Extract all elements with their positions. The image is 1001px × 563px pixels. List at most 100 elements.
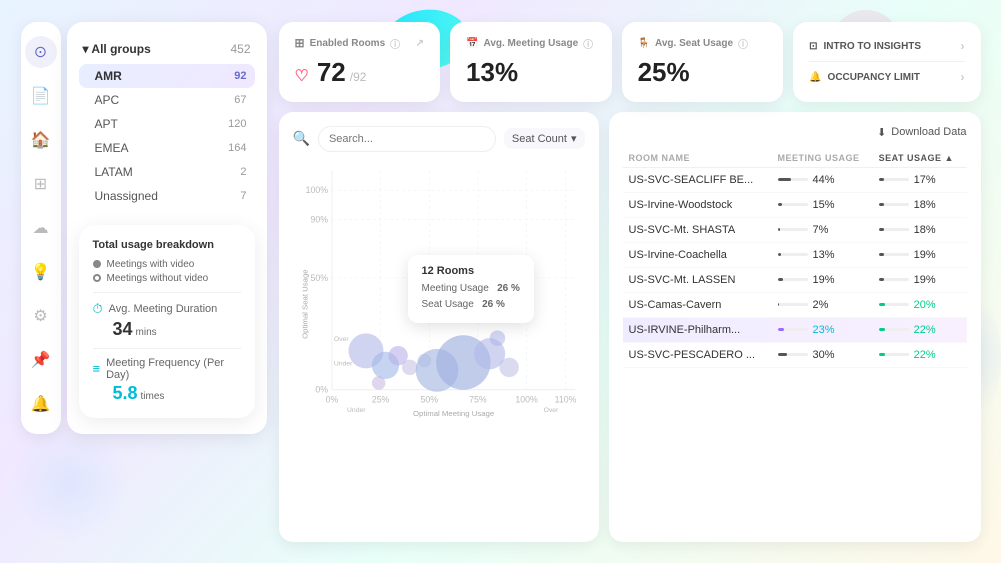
seat-usage-cell: 22% [873,317,967,342]
enabled-rooms-info[interactable]: ⓘ [390,36,400,51]
sort-arrow: ▲ [944,153,953,163]
table-row[interactable]: US-SVC-Mt. LASSEN 19% 19% [623,267,967,292]
room-name-cell: US-Camas-Cavern [623,292,772,317]
rooms-table-card: ⬇ Download Data ROOM NAME MEETING USAGE … [609,112,981,542]
seat-icon: 🪑 [638,38,650,49]
chart-tooltip: 12 Rooms Meeting Usage 26 % Seat Usage 2… [408,255,534,323]
table-row[interactable]: US-SVC-PESCADERO ... 30% 22% [623,342,967,367]
nav-icon-filter[interactable]: ⚙ [25,300,57,332]
room-name-cell: US-SVC-SEACLIFF BE... [623,167,772,192]
table-row[interactable]: US-SVC-SEACLIFF BE... 44% 17% [623,167,967,192]
tooltip-seat-usage: Seat Usage 26 % [422,297,520,313]
svg-text:Under: Under [347,407,366,414]
enabled-rooms-label: Enabled Rooms [310,38,386,49]
table-row[interactable]: US-IRVINE-Philharm... 23% 22% [623,317,967,342]
enabled-rooms-icon: ⊞ [295,36,305,50]
sidebar-item-apc[interactable]: APC67 [79,88,255,112]
download-button[interactable]: ⬇ Download Data [877,126,966,139]
stat-enabled-rooms: ⊞ Enabled Rooms ⓘ ↗ ♡ 72 /92 [279,22,441,102]
sidebar-item-emea[interactable]: EMEA164 [79,136,255,160]
svg-text:90%: 90% [310,214,328,224]
svg-text:100%: 100% [515,394,538,404]
nav-icon-pin[interactable]: 📌 [25,344,57,376]
chart-search-icon: 🔍 [293,130,310,147]
col-seat-usage[interactable]: SEAT USAGE ▲ [873,149,967,168]
seat-usage-cell: 20% [873,292,967,317]
svg-text:Over: Over [333,336,348,343]
insight-divider [809,61,964,62]
meeting-usage-cell: 30% [772,342,873,367]
heart-icon: ♡ [295,66,309,86]
table-toolbar: ⬇ Download Data [623,126,967,139]
scatter-chart-card: 🔍 Seat Count ▾ [279,112,599,542]
tooltip-meeting-usage: Meeting Usage 26 % [422,281,520,297]
col-room-name[interactable]: ROOM NAME [623,149,772,168]
table-row[interactable]: US-Irvine-Woodstock 15% 18% [623,192,967,217]
room-name-cell: US-SVC-Mt. LASSEN [623,267,772,292]
svg-text:0%: 0% [315,384,328,394]
download-icon: ⬇ [877,126,886,139]
chart-area: 0% 25% 50% 75% 100% 110% 0% 50% 90% 100%… [293,160,585,420]
nav-icon-doc[interactable]: 📄 [25,80,57,112]
insight-intro-icon: ⊡ [809,41,817,52]
insight-intro-chevron: › [961,39,965,53]
enabled-rooms-sub: /92 [350,70,367,84]
insight-intro[interactable]: ⊡ INTRO TO INSIGHTS › [809,39,964,53]
meeting-usage-cell: 2% [772,292,873,317]
avg-duration-row: ⏱ Avg. Meeting Duration [93,292,241,317]
seat-count-select[interactable]: Seat Count ▾ [504,128,585,149]
room-name-cell: US-SVC-PESCADERO ... [623,342,772,367]
table-row[interactable]: US-Irvine-Coachella 13% 19% [623,242,967,267]
sidebar-item-latam[interactable]: LATAM2 [79,160,255,184]
meeting-usage-cell: 15% [772,192,873,217]
legend-dot-filled [93,260,101,268]
nav-icon-grid[interactable]: ⊞ [25,168,57,200]
freq-row: ≡ Meeting Frequency (Per Day) [93,348,241,381]
sidebar: ▾ All groups 452 AMR92APC67APT120EMEA164… [67,22,267,434]
sidebar-item-unassigned[interactable]: Unassigned7 [79,184,255,208]
table-row[interactable]: US-SVC-Mt. SHASTA 7% 18% [623,217,967,242]
nav-icon-bell[interactable]: 🔔 [25,388,57,420]
seat-usage-cell: 17% [873,167,967,192]
insight-occupancy-chevron: › [961,70,965,84]
sidebar-item-apt[interactable]: APT120 [79,112,255,136]
svg-text:100%: 100% [305,185,328,195]
avg-seat-info[interactable]: ⓘ [738,36,748,51]
svg-text:75%: 75% [469,394,487,404]
meeting-usage-cell: 23% [772,317,873,342]
avg-seat-value: 25% [638,57,768,88]
stats-row: ⊞ Enabled Rooms ⓘ ↗ ♡ 72 /92 📅 Avg. Meet… [279,22,981,102]
svg-text:Over: Over [543,407,558,414]
meeting-usage-cell: 19% [772,267,873,292]
all-groups-header[interactable]: ▾ All groups 452 [79,38,255,60]
stat-avg-meeting: 📅 Avg. Meeting Usage ⓘ 13% [450,22,612,102]
filter-label: Seat Count [512,133,567,145]
nav-icon-home[interactable]: ⊙ [25,36,57,68]
seat-usage-cell: 19% [873,242,967,267]
legend-dot-empty [93,274,101,282]
sidebar-item-amr[interactable]: AMR92 [79,64,255,88]
insights-card: ⊡ INTRO TO INSIGHTS › 🔔 OCCUPANCY LIMIT … [793,22,980,102]
nav-icon-bulb[interactable]: 💡 [25,256,57,288]
enabled-rooms-ext[interactable]: ↗ [416,38,424,49]
svg-text:50%: 50% [420,394,438,404]
breakdown-title: Total usage breakdown [93,239,241,251]
room-name-cell: US-SVC-Mt. SHASTA [623,217,772,242]
nav-icon-camera[interactable]: 🏠 [25,124,57,156]
insight-occupancy[interactable]: 🔔 OCCUPANCY LIMIT › [809,70,964,84]
table-row[interactable]: US-Camas-Cavern 2% 20% [623,292,967,317]
avg-meeting-info[interactable]: ⓘ [583,36,593,51]
svg-text:Optimal Seat Usage: Optimal Seat Usage [300,269,309,339]
avg-seat-label: Avg. Seat Usage [655,38,733,49]
nav-icon-cloud[interactable]: ☁ [25,212,57,244]
col-meeting-usage[interactable]: MEETING USAGE [772,149,873,168]
legend-video: Meetings with video [93,259,241,270]
svg-text:Under: Under [333,360,352,367]
meeting-icon: 📅 [466,38,478,49]
chart-search-input[interactable] [318,126,496,152]
chart-toolbar: 🔍 Seat Count ▾ [293,126,585,152]
usage-breakdown-card: Total usage breakdown Meetings with vide… [79,225,255,418]
rooms-table: ROOM NAME MEETING USAGE SEAT USAGE ▲ US-… [623,149,967,368]
enabled-rooms-value: 72 [317,57,346,88]
svg-text:25%: 25% [371,394,389,404]
